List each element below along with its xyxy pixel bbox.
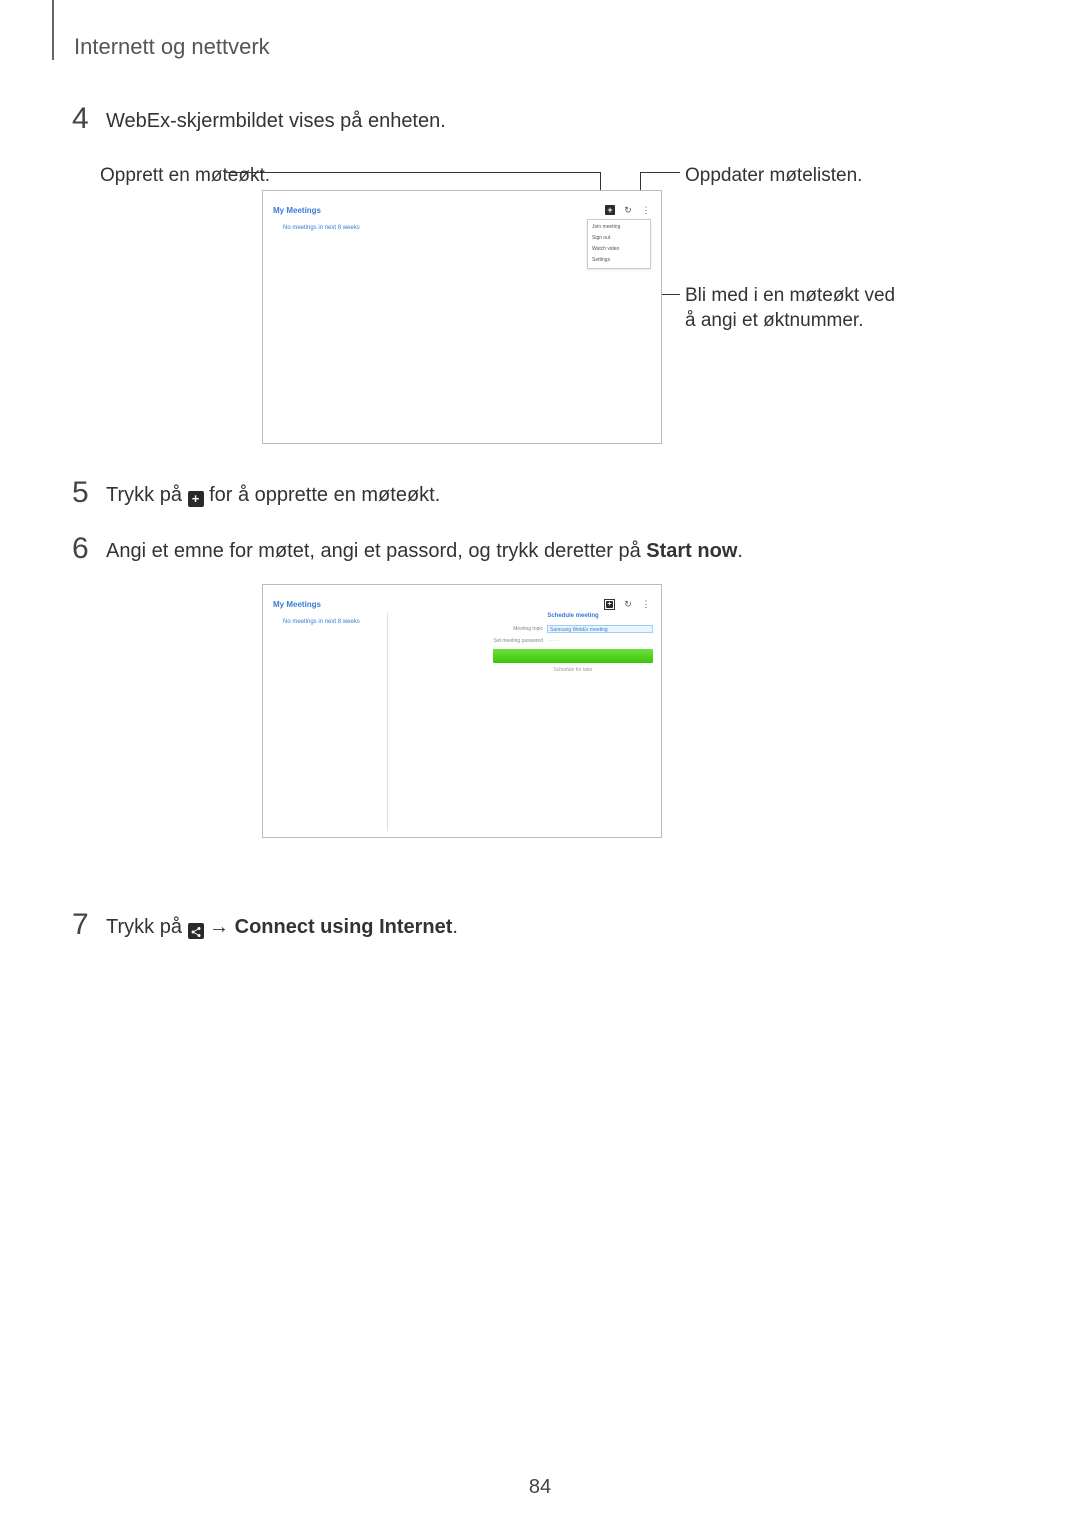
more-icon[interactable]	[641, 205, 651, 215]
mock-titlebar: My Meetings +	[263, 201, 661, 219]
divider	[387, 613, 388, 831]
text-bold: Connect using Internet	[235, 916, 453, 938]
step-text: Trykk på + for å opprette en møteøkt.	[106, 478, 440, 507]
text-part: for å opprette en møteøkt.	[209, 484, 440, 506]
topic-field[interactable]: Samsung WebEx meeting	[547, 625, 653, 633]
refresh-icon[interactable]	[623, 205, 633, 215]
step-text: WebEx-skjermbildet vises på enheten.	[106, 104, 446, 133]
step-text: Angi et emne for møtet, angi et passord,…	[106, 534, 743, 563]
text-part: Angi et emne for møtet, angi et passord,…	[106, 540, 646, 562]
callout-line	[640, 172, 680, 173]
text-bold: Start now	[646, 540, 737, 562]
text-part: Trykk på	[106, 916, 188, 938]
step-number: 6	[72, 534, 106, 564]
schedule-panel: Schedule meeting Meeting topic Samsung W…	[493, 613, 653, 673]
callout-join-by-number: Bli med i en møteøkt ved å angi et øktnu…	[685, 284, 905, 333]
menu-item-settings[interactable]: Settings	[588, 255, 650, 266]
schedule-later-link[interactable]: Schedule for later	[493, 667, 653, 673]
share-icon	[188, 923, 204, 939]
password-row: Set meeting password ······	[493, 637, 653, 645]
step-7: 7 Trykk på → Connect using Internet.	[72, 910, 458, 940]
step-number: 7	[72, 910, 106, 940]
callout-create-meeting: Opprett en møteøkt.	[100, 164, 270, 189]
step-4: 4 WebEx-skjermbildet vises på enheten.	[72, 104, 446, 134]
menu-item-signout[interactable]: Sign out	[588, 233, 650, 244]
webex-screenshot-meetings: My Meetings + No meetings in next 8 week…	[262, 190, 662, 444]
mock-empty-text: No meetings in next 8 weeks	[283, 619, 360, 625]
plus-icon: +	[188, 491, 204, 507]
step-number: 4	[72, 104, 106, 134]
callout-line	[226, 172, 600, 173]
page-number: 84	[0, 1476, 1080, 1499]
step-text: Trykk på → Connect using Internet.	[106, 910, 458, 939]
plus-icon[interactable]: +	[604, 599, 615, 610]
overflow-menu: Join meeting Sign out Watch video Settin…	[587, 219, 651, 269]
more-icon[interactable]	[641, 599, 651, 609]
step-number: 5	[72, 478, 106, 508]
webex-screenshot-schedule: My Meetings + No meetings in next 8 week…	[262, 584, 662, 838]
topic-row: Meeting topic Samsung WebEx meeting	[493, 625, 653, 633]
panel-title: Schedule meeting	[493, 613, 653, 619]
menu-item-join[interactable]: Join meeting	[588, 222, 650, 233]
header-rule	[52, 0, 54, 60]
step-5: 5 Trykk på + for å opprette en møteøkt.	[72, 478, 440, 508]
password-field[interactable]: ······	[547, 637, 653, 645]
mock-title: My Meetings	[273, 600, 321, 609]
text-part: .	[452, 916, 458, 938]
text-part: .	[737, 540, 743, 562]
password-label: Set meeting password	[493, 638, 543, 644]
plus-icon[interactable]: +	[605, 205, 615, 215]
step-6: 6 Angi et emne for møtet, angi et passor…	[72, 534, 743, 564]
mock-titlebar: My Meetings +	[263, 595, 661, 613]
text-part: Trykk på	[106, 484, 188, 506]
arrow: →	[204, 916, 235, 938]
topic-label: Meeting topic	[493, 626, 543, 632]
callout-refresh-list: Oppdater møtelisten.	[685, 164, 862, 189]
page-header: Internett og nettverk	[74, 34, 270, 60]
start-now-button[interactable]	[493, 649, 653, 663]
menu-item-video[interactable]: Watch video	[588, 244, 650, 255]
mock-title: My Meetings	[273, 206, 321, 215]
plus-glyph: +	[606, 601, 613, 608]
refresh-icon[interactable]	[623, 599, 633, 609]
mock-empty-text: No meetings in next 8 weeks	[283, 225, 360, 231]
